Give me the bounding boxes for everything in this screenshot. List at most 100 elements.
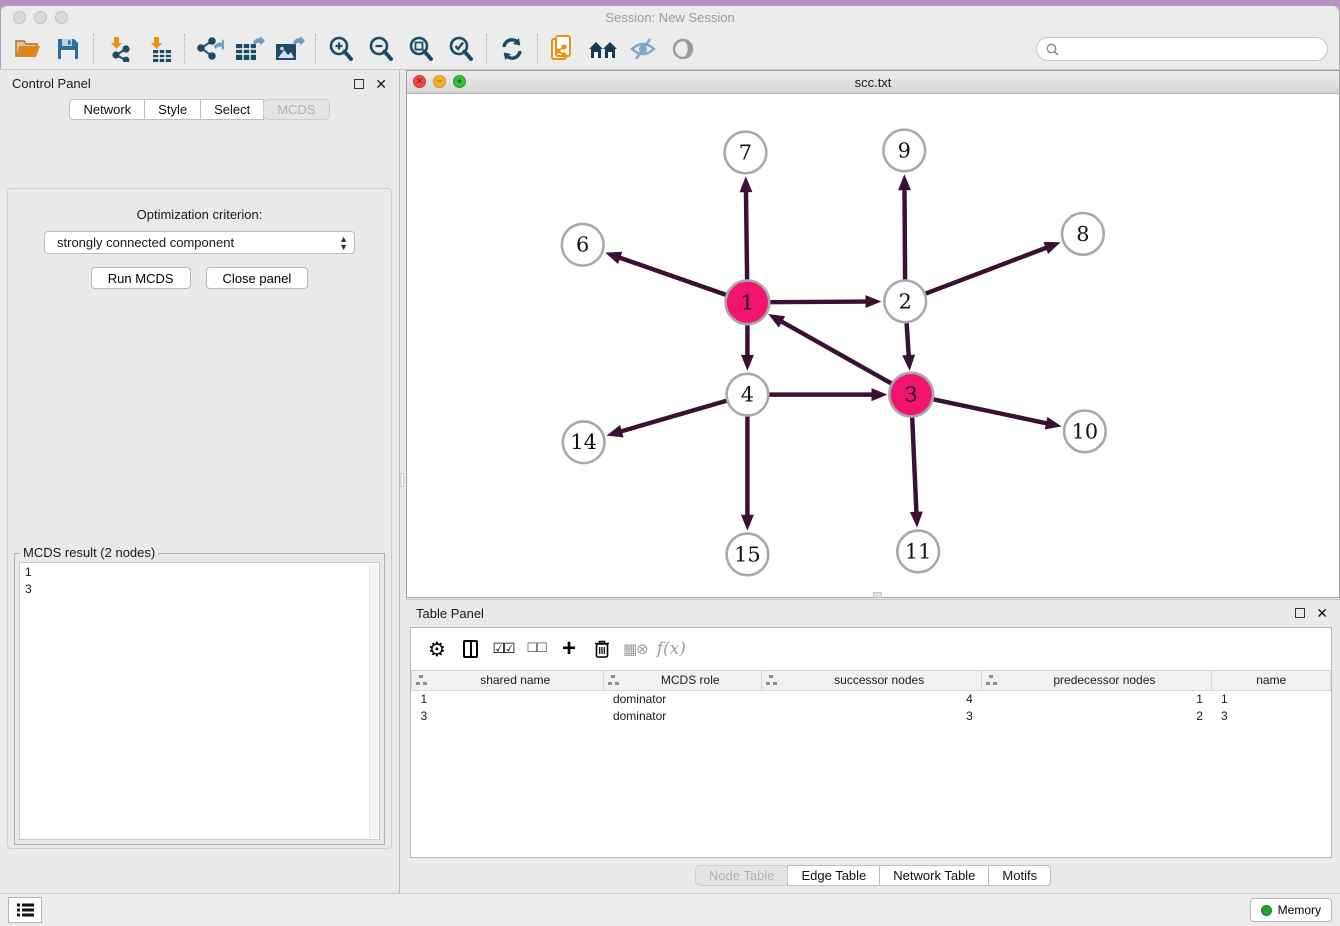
network-zoom-button[interactable]: + [453,75,466,88]
deselect-all-button[interactable]: ☐☐ [524,636,548,662]
import-table-button[interactable] [139,32,179,66]
tab-mcds[interactable]: MCDS [263,99,329,120]
network-window-title: scc.txt [855,75,892,90]
tab-network[interactable]: Network [69,99,145,120]
table-cell[interactable]: 2 [982,707,1212,724]
graph-node-label: 6 [576,233,589,257]
function-builder-button[interactable]: f(x) [657,636,686,662]
tab-node-table[interactable]: Node Table [695,865,789,886]
network-canvas[interactable]: 7968124314101511 [407,94,1339,597]
column-header-shared-name[interactable]: shared name [412,670,604,690]
close-window-button[interactable] [13,11,26,24]
run-mcds-button[interactable]: Run MCDS [91,267,191,289]
zoom-fit-button[interactable] [401,32,441,66]
hide-details-button[interactable] [623,32,663,66]
clone-network-button[interactable] [543,32,583,66]
column-header-name[interactable]: name [1212,670,1331,690]
zoom-in-button[interactable] [321,32,361,66]
graph-edge-3-1[interactable] [779,320,892,384]
table-row[interactable]: 1dominator411 [412,690,1331,707]
float-table-panel-icon[interactable] [1295,608,1305,618]
table-cell[interactable]: 4 [762,690,982,707]
table-panel: Table Panel ✕ ⚙ ☑☑ ☐☐ + [406,599,1340,893]
graph-edge-3-11[interactable] [912,416,916,514]
graph-edge-4-14[interactable] [619,401,727,432]
table-cell[interactable]: 1 [1212,690,1331,707]
network-close-button[interactable]: ✕ [413,75,426,88]
table-settings-button[interactable]: ⚙ [425,636,449,662]
select-all-button[interactable]: ☑☑ [491,636,515,662]
zoom-out-button[interactable] [361,32,401,66]
criterion-select[interactable]: strongly connected component ▲▼ [44,231,355,254]
network-graph[interactable]: 7968124314101511 [407,94,1333,597]
export-table-icon [235,36,265,62]
close-table-panel-icon[interactable]: ✕ [1316,608,1328,618]
mcds-result-text[interactable]: 1 3 [19,562,380,840]
export-image-icon [275,36,305,62]
export-image-button[interactable] [270,32,310,66]
export-network-button[interactable] [190,32,230,66]
graph-edge-2-9[interactable] [904,187,905,279]
node-table: shared name MCDS role successor nodes prede… [411,670,1331,725]
zoom-in-icon [328,36,354,62]
table-cell[interactable]: 3 [1212,707,1331,724]
close-panel-icon[interactable]: ✕ [375,79,387,89]
add-column-button[interactable]: + [557,636,581,662]
float-panel-icon[interactable] [354,79,364,89]
horizontal-splitter-handle[interactable] [873,592,882,598]
delete-table-button[interactable]: ▦⊗ [623,636,648,662]
zoom-out-icon [368,36,394,62]
table-box: ⚙ ☑☑ ☐☐ + ▦⊗ f(x) [410,627,1332,858]
table-row[interactable]: 3dominator323 [412,707,1331,724]
gear-icon: ⚙ [428,637,446,661]
graph-edge-1-7[interactable] [746,189,747,280]
memory-button[interactable]: Memory [1250,898,1332,922]
import-network-button[interactable] [99,32,139,66]
table-cell[interactable]: 1 [982,690,1212,707]
export-table-button[interactable] [230,32,270,66]
save-session-button[interactable] [48,32,88,66]
zoom-window-button[interactable] [55,11,68,24]
column-label: MCDS role [623,673,757,687]
column-header-MCDS-role[interactable]: MCDS role [604,670,762,690]
network-minimize-button[interactable]: − [433,75,446,88]
refresh-layout-button[interactable] [492,32,532,66]
column-label: successor nodes [781,673,977,687]
plus-icon: + [562,639,576,659]
tab-style[interactable]: Style [144,99,201,120]
table-cell[interactable]: dominator [604,707,762,724]
zoom-selected-icon [448,36,474,62]
graph-edge-2-8[interactable] [926,247,1049,294]
tab-edge-table[interactable]: Edge Table [787,865,880,886]
show-columns-button[interactable] [458,636,482,662]
graph-edge-2-3[interactable] [907,323,909,358]
table-cell[interactable]: dominator [604,690,762,707]
toolbar-separator [93,34,94,64]
table-cell[interactable]: 1 [412,690,604,707]
vertical-splitter-handle[interactable] [400,473,404,487]
graph-edge-1-2[interactable] [769,302,868,303]
zoom-selected-button[interactable] [441,32,481,66]
minimize-window-button[interactable] [34,11,47,24]
graph-edge-3-10[interactable] [933,399,1049,424]
tab-network-table[interactable]: Network Table [879,865,989,886]
table-cell[interactable]: 3 [762,707,982,724]
result-scrollbar[interactable] [369,564,378,838]
delete-row-button[interactable] [590,636,614,662]
close-panel-button[interactable]: Close panel [206,267,309,289]
sort-tree-icon [608,675,619,685]
edge-arrowhead [910,511,923,527]
search-box[interactable] [1036,37,1328,61]
show-details-button[interactable] [663,32,703,66]
graph-edge-1-6[interactable] [617,257,726,295]
first-neighbors-button[interactable] [583,32,623,66]
search-input[interactable] [1064,42,1318,56]
column-header-predecessor-nodes[interactable]: predecessor nodes [982,670,1212,690]
table-cell[interactable]: 3 [412,707,604,724]
list-icon [17,903,34,917]
tab-motifs[interactable]: Motifs [988,865,1051,886]
tab-select[interactable]: Select [200,99,264,120]
open-folder-button[interactable] [8,32,48,66]
task-history-button[interactable] [8,897,42,923]
column-header-successor-nodes[interactable]: successor nodes [762,670,982,690]
